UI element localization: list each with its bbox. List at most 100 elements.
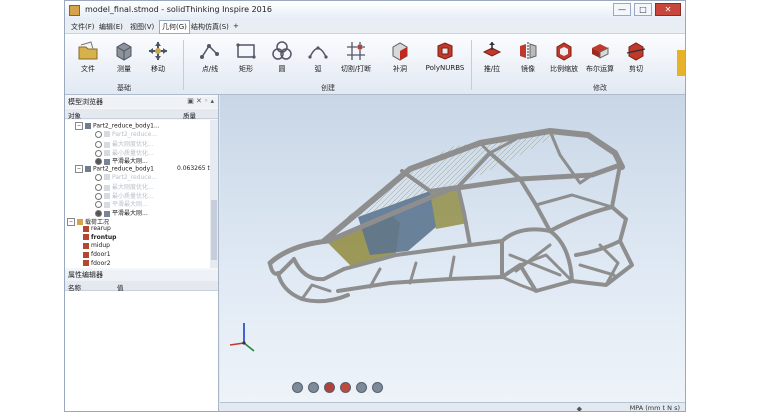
push-pull-icon	[482, 42, 502, 57]
measure-button[interactable]: 测量	[107, 40, 141, 74]
maximize-button[interactable]: □	[634, 3, 652, 16]
folder-icon	[77, 219, 83, 226]
rectangle-button[interactable]: 矩形	[229, 40, 263, 74]
menu-structure-sim[interactable]: 结构仿真(S)	[191, 22, 229, 32]
load-case-icon	[83, 225, 89, 232]
expand-toggle-icon[interactable]: −	[67, 218, 75, 227]
ribbon-toolbar: 文件 测量 移动 基础 点/线 矩形 圆 弧 切割/打断 补洞 PolyNURB…	[65, 34, 685, 95]
column-mass[interactable]: 质量	[183, 110, 196, 120]
tree-row-label: frontup	[91, 233, 117, 241]
panel-buttons[interactable]: ▣ ✕ ◦ ▴	[187, 97, 214, 105]
view-settings-icon[interactable]	[356, 382, 367, 393]
app-logo-icon	[69, 5, 80, 16]
fill-hole-button[interactable]: 补洞	[383, 40, 417, 74]
arc-icon	[308, 46, 328, 59]
tree-row-label: fdoor1	[91, 251, 111, 258]
menu-geometry[interactable]: 几何(G)	[159, 20, 190, 34]
load-case-icon	[83, 234, 89, 241]
cut-trim-button[interactable]: 切割/打断	[339, 40, 373, 74]
window-title: model_final.stmod - solidThinking Inspir…	[85, 5, 272, 14]
result-icon	[104, 201, 110, 208]
column-object[interactable]: 对象	[68, 110, 81, 120]
tree-row-label: Part2_reduce_body1	[93, 165, 154, 173]
view-rotate-icon[interactable]	[308, 382, 319, 393]
menu-edit[interactable]: 编辑(E)	[99, 22, 123, 32]
menu-bar: 文件(F) 编辑(E) 视图(V) 几何(G) 结构仿真(S) +	[65, 20, 685, 34]
radio-icon[interactable]	[95, 130, 102, 138]
app-window: model_final.stmod - solidThinking Inspir…	[64, 0, 686, 412]
move-arrows-icon	[149, 42, 167, 60]
view-fit-icon[interactable]	[292, 382, 303, 393]
mass-value: 0.063265 t	[177, 165, 210, 172]
tree-row-label: midup	[91, 242, 110, 250]
car-frame-model[interactable]	[220, 95, 686, 402]
tree-row-label: Part2_reduce...	[112, 130, 158, 138]
boolean-button[interactable]: 布尔运算	[583, 40, 617, 74]
group-separator	[471, 40, 472, 90]
result-icon	[104, 184, 110, 191]
polynurbs-icon	[437, 42, 453, 60]
menu-view[interactable]: 视图(V)	[130, 22, 154, 32]
radio-icon[interactable]	[95, 173, 102, 181]
tree-row-label: fdoor2	[91, 259, 111, 267]
point-line-button[interactable]: 点/线	[193, 40, 227, 74]
mirror-button[interactable]: 镜像	[511, 40, 545, 74]
result-icon	[104, 193, 110, 200]
model-tree-scrollbar[interactable]	[210, 120, 218, 268]
result-icon	[104, 158, 110, 165]
arc-button[interactable]: 弧	[301, 40, 335, 74]
point-line-icon	[200, 44, 219, 59]
result-icon	[104, 141, 110, 148]
expand-toggle-icon[interactable]: −	[75, 122, 83, 130]
part-icon	[85, 166, 91, 172]
result-icon	[104, 174, 110, 181]
circle-icon	[272, 41, 292, 60]
trim-icon	[347, 42, 365, 60]
view-section-icon[interactable]	[324, 382, 335, 393]
menu-file[interactable]: 文件(F)	[71, 22, 95, 32]
load-case-icon	[83, 251, 89, 258]
group-label-modify: 修改	[593, 84, 607, 92]
tree-row[interactable]: fdoor2	[83, 260, 111, 268]
result-icon	[104, 131, 110, 138]
cut-button[interactable]: 剪切	[619, 40, 653, 74]
viewport-3d[interactable]	[220, 95, 686, 402]
ribbon-scroll-right-button[interactable]	[677, 50, 685, 76]
polynurbs-button[interactable]: PolyNURBS	[423, 40, 467, 72]
boolean-icon	[592, 44, 609, 59]
circle-button[interactable]: 圆	[265, 40, 299, 74]
load-case-icon	[83, 260, 89, 267]
scale-icon	[556, 42, 572, 61]
group-label-basic: 基础	[117, 84, 131, 92]
model-tree[interactable]: − Part2_reduce_body1... Part2_reduce... 最大刚…	[65, 120, 210, 268]
scrollbar-thumb[interactable]	[211, 200, 217, 260]
folder-icon	[78, 41, 98, 60]
view-render-icon[interactable]	[340, 382, 351, 393]
property-editor-body	[65, 291, 218, 411]
file-button[interactable]: 文件	[71, 40, 105, 74]
axis-triad-icon	[229, 323, 255, 352]
left-panel: 模型浏览器 ▣ ✕ ◦ ▴ 对象 质量 − Part2_reduce_body1.…	[65, 95, 219, 411]
load-case-icon	[83, 242, 89, 249]
unit-system[interactable]: MPA (mm t N s)	[630, 404, 680, 411]
rectangle-icon	[236, 43, 256, 59]
menu-add-tab[interactable]: +	[233, 22, 239, 30]
tree-row-label: Part2_reduce...	[112, 173, 158, 181]
group-separator	[183, 40, 184, 90]
expand-toggle-icon[interactable]: −	[75, 165, 83, 173]
close-button[interactable]: ✕	[655, 3, 681, 16]
minimize-button[interactable]: —	[613, 3, 631, 16]
diamond-icon[interactable]: ◆	[577, 405, 582, 411]
tree-row-label: rearup	[91, 225, 111, 233]
cut-icon	[626, 42, 646, 61]
push-pull-button[interactable]: 推/拉	[475, 40, 509, 74]
tree-row-label: Part2_reduce_body1...	[93, 122, 160, 130]
title-bar[interactable]: model_final.stmod - solidThinking Inspir…	[65, 1, 685, 20]
result-icon	[104, 150, 110, 157]
move-button[interactable]: 移动	[141, 40, 175, 74]
view-camera-icon[interactable]	[372, 382, 383, 393]
result-icon	[104, 210, 110, 217]
property-editor-header: 名称 值	[65, 281, 218, 292]
tree-row-label: 平滑最大刚...	[112, 210, 148, 217]
scale-button[interactable]: 比例缩放	[547, 40, 581, 74]
